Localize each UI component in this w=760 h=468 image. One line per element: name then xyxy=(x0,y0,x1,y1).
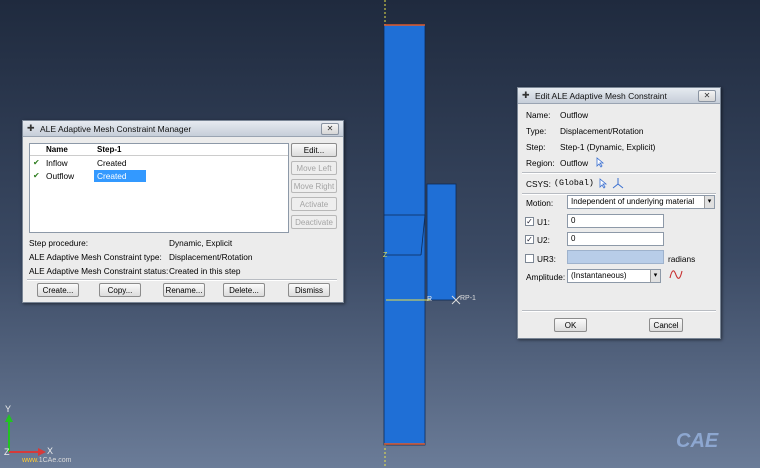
rename-button[interactable]: Rename... xyxy=(163,283,205,297)
info-value-status: Created in this step xyxy=(169,266,241,276)
name-label: Name: xyxy=(526,110,551,120)
info-value-type: Displacement/Rotation xyxy=(169,252,253,262)
column-header-name[interactable]: Name xyxy=(46,145,68,154)
triad-y-label: Y xyxy=(5,404,12,414)
rp-label: RP-1 xyxy=(460,295,476,302)
select-region-arrow-icon[interactable] xyxy=(595,157,605,168)
table-row[interactable]: ✔ Inflow Created xyxy=(30,157,288,169)
info-value-procedure: Dynamic, Explicit xyxy=(169,238,233,248)
watermark-url: www.1CAe.com xyxy=(22,457,72,464)
deactivate-button[interactable]: Deactivate xyxy=(291,215,337,229)
csys-label: CSYS: xyxy=(526,179,551,189)
row-name: Inflow xyxy=(46,158,68,168)
ok-button[interactable]: OK xyxy=(554,318,587,332)
u2-label: U2: xyxy=(537,235,550,245)
table-row[interactable]: ✔ Outflow Created xyxy=(30,170,288,182)
step-label: Step: xyxy=(526,142,546,152)
amplitude-select[interactable]: (Instantaneous) ▾ xyxy=(567,269,661,283)
editor-close-button[interactable]: ✕ xyxy=(698,89,716,102)
info-label-status: ALE Adaptive Mesh Constraint status: xyxy=(29,266,169,276)
row-name: Outflow xyxy=(46,171,75,181)
amplitude-select-value: (Instantaneous) xyxy=(571,271,627,280)
delete-button[interactable]: Delete... xyxy=(223,283,265,297)
u1-checkbox[interactable]: ✓ xyxy=(525,217,534,226)
row-status: Created xyxy=(97,158,127,168)
column-header-step[interactable]: Step-1 xyxy=(97,145,121,154)
triad-y-arrow xyxy=(5,414,13,422)
select-csys-arrow-icon[interactable] xyxy=(598,178,608,189)
name-value: Outflow xyxy=(560,110,589,120)
chevron-down-icon[interactable]: ▾ xyxy=(650,270,660,282)
u1-label: U1: xyxy=(537,217,550,227)
main-body-part xyxy=(383,24,426,446)
chevron-down-icon[interactable]: ▾ xyxy=(704,196,714,208)
editor-title: Edit ALE Adaptive Mesh Constraint xyxy=(535,90,667,101)
ur3-checkbox[interactable] xyxy=(525,254,534,263)
check-icon: ✔ xyxy=(33,171,40,180)
triad-x-label: X xyxy=(47,446,54,456)
region-value: Outflow xyxy=(560,158,589,168)
create-csys-icon[interactable] xyxy=(612,177,624,189)
z-marker: Z xyxy=(383,252,388,259)
constraint-table: Name Step-1 ✔ Inflow Created ✔ Outflow C… xyxy=(29,143,289,233)
edit-constraint-dialog: ✚ Edit ALE Adaptive Mesh Constraint ✕ Na… xyxy=(517,87,721,339)
motion-select[interactable]: Independent of underlying material ▾ xyxy=(567,195,715,209)
watermark-logo: CAE xyxy=(676,430,719,452)
move-handle-icon: ✚ xyxy=(522,90,530,100)
move-left-button[interactable]: Move Left xyxy=(291,161,337,175)
edit-button[interactable]: Edit... xyxy=(291,143,337,157)
motion-label: Motion: xyxy=(526,198,554,208)
cancel-button[interactable]: Cancel xyxy=(649,318,683,332)
triad-z-label: Z xyxy=(4,447,10,457)
manager-title: ALE Adaptive Mesh Constraint Manager xyxy=(40,123,192,134)
create-amplitude-icon[interactable] xyxy=(669,268,683,281)
step-value: Step-1 (Dynamic, Explicit) xyxy=(560,142,656,152)
u2-checkbox[interactable]: ✓ xyxy=(525,235,534,244)
ur3-label: UR3: xyxy=(537,254,556,264)
info-label-type: ALE Adaptive Mesh Constraint type: xyxy=(29,252,162,262)
u1-field[interactable]: 0 xyxy=(567,214,664,228)
triad-x-arrow xyxy=(38,448,46,456)
ur3-unit: radians xyxy=(668,254,696,264)
info-label-procedure: Step procedure: xyxy=(29,238,89,248)
table-header: Name Step-1 xyxy=(30,144,288,156)
move-right-button[interactable]: Move Right xyxy=(291,179,337,193)
activate-button[interactable]: Activate xyxy=(291,197,337,211)
type-label: Type: xyxy=(526,126,547,136)
create-button[interactable]: Create... xyxy=(37,283,79,297)
manager-titlebar[interactable]: ✚ ALE Adaptive Mesh Constraint Manager ✕ xyxy=(23,121,343,137)
editor-divider-3 xyxy=(522,310,716,312)
motion-select-value: Independent of underlying material xyxy=(571,197,695,206)
amplitude-label: Amplitude: xyxy=(526,272,566,282)
row-status: Created xyxy=(97,171,127,181)
dismiss-button[interactable]: Dismiss xyxy=(288,283,330,297)
region-label: Region: xyxy=(526,158,555,168)
right-block-part xyxy=(426,183,457,301)
copy-button[interactable]: Copy... xyxy=(99,283,141,297)
type-value: Displacement/Rotation xyxy=(560,126,644,136)
manager-close-button[interactable]: ✕ xyxy=(321,122,339,135)
csys-value: (Global) xyxy=(554,179,594,188)
constraint-manager-dialog: ✚ ALE Adaptive Mesh Constraint Manager ✕… xyxy=(22,120,344,303)
check-icon: ✔ xyxy=(33,158,40,167)
manager-divider xyxy=(27,279,337,281)
move-handle-icon: ✚ xyxy=(27,123,35,133)
u2-field[interactable]: 0 xyxy=(567,232,664,246)
node-label: R xyxy=(427,296,433,303)
ur3-field[interactable] xyxy=(567,250,664,264)
editor-divider-1 xyxy=(522,172,716,174)
editor-titlebar[interactable]: ✚ Edit ALE Adaptive Mesh Constraint ✕ xyxy=(518,88,720,104)
